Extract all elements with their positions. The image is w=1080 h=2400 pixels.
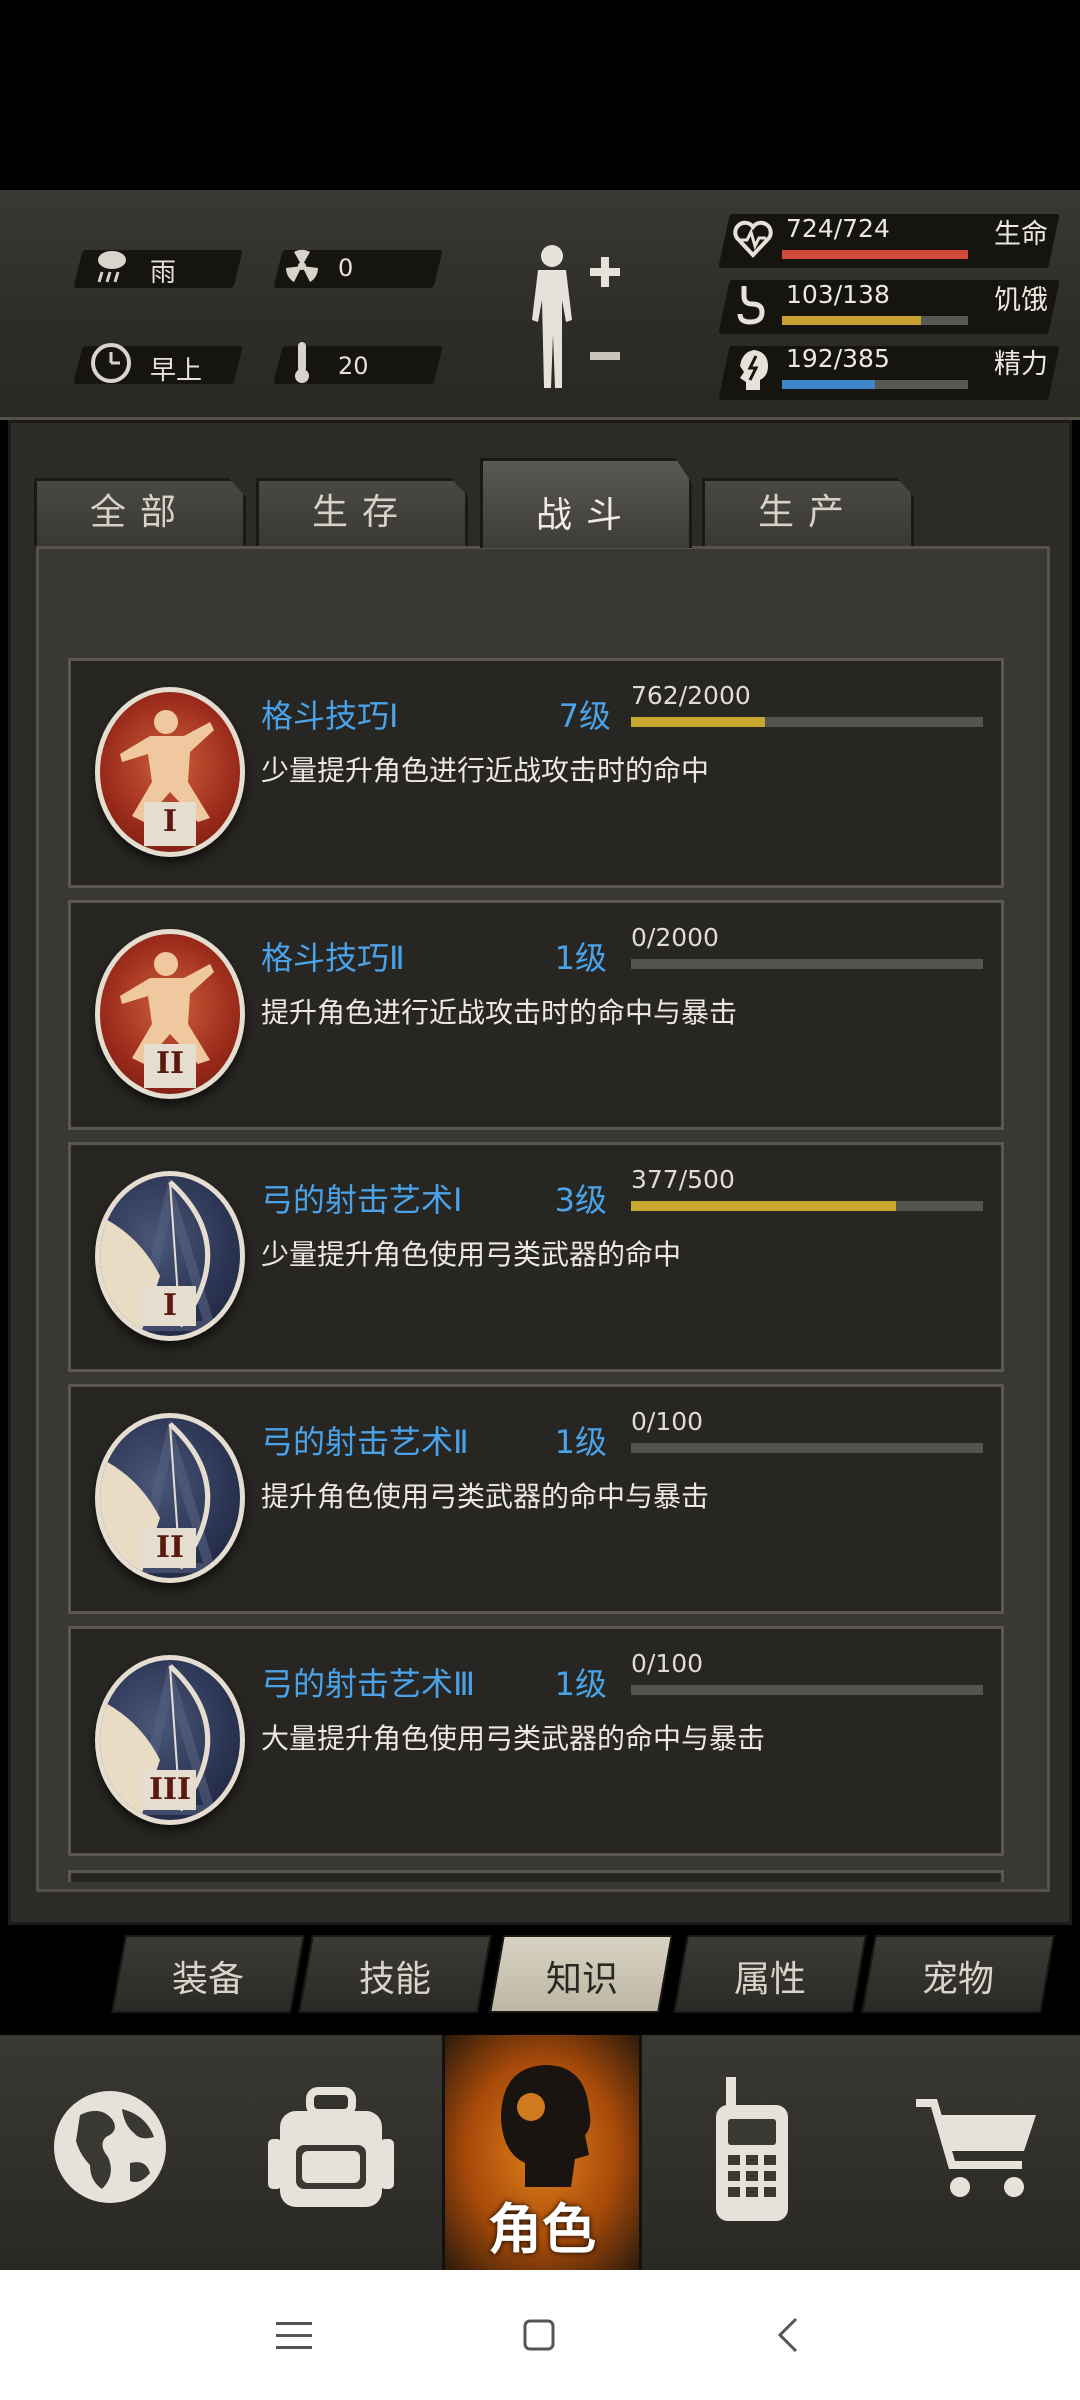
rain-icon (97, 251, 126, 283)
weather-value: 雨 (150, 258, 177, 288)
skill-description: 少量提升角色使用弓类武器的命中 (261, 1238, 682, 1271)
status-panel: 雨 0 早上 20 724/724 生命 103/138 饥饿 192/385 … (0, 190, 1080, 420)
skill-numeral: I (162, 1288, 178, 1323)
system-nav-bar (0, 2270, 1080, 2400)
skill-card[interactable]: II 格斗技巧Ⅱ 1级 0/2000 提升角色进行近战攻击时的命中与暴击 (68, 900, 1004, 1130)
character-icon (501, 2065, 591, 2187)
skill-progress-bar (631, 717, 983, 727)
skill-level: 7级 (558, 697, 611, 735)
nav-character-label: 角色 (488, 2198, 596, 2261)
skill-card[interactable]: III 弓的射击艺术Ⅲ 1级 0/100 大量提升角色使用弓类武器的命中与暴击 (68, 1626, 1004, 1856)
tab-survival-label: 生存 (311, 492, 412, 533)
skill-title: 格斗技巧Ⅰ (261, 697, 399, 735)
tab-production[interactable]: 生产 (702, 478, 914, 546)
nav-backpack-button[interactable] (220, 2035, 442, 2270)
menu-icon[interactable] (276, 2320, 312, 2352)
skill-progress-bar (631, 1443, 983, 1453)
health-bar (782, 250, 968, 259)
skill-card[interactable]: II 弓的射击艺术Ⅱ 1级 0/100 提升角色使用弓类武器的命中与暴击 (68, 1384, 1004, 1614)
skill-progress-fill (631, 717, 766, 727)
subtab-pets-label: 宠物 (921, 1959, 994, 2000)
tab-all[interactable]: 全部 (34, 478, 246, 546)
subtab-equipment-label: 装备 (171, 1959, 244, 2000)
energy-bar (782, 380, 968, 389)
back-icon[interactable] (776, 2316, 800, 2354)
subtab-skills-label: 技能 (358, 1959, 431, 2000)
body-figure-icon[interactable] (520, 242, 630, 392)
archer-icon: III (95, 1655, 245, 1825)
subtab-knowledge-label: 知识 (545, 1959, 618, 2000)
skill-card[interactable]: I 格斗技巧Ⅰ 7级 762/2000 少量提升角色进行近战攻击时的命中 (68, 658, 1004, 888)
skill-level: 3级 (554, 1181, 607, 1219)
top-bar (0, 0, 1080, 190)
skill-level: 1级 (554, 939, 607, 977)
cart-icon (916, 2099, 1036, 2197)
energy-value: 192/385 (786, 344, 890, 373)
energy-bar-fill (782, 380, 875, 389)
tab-combat-label: 战斗 (535, 495, 636, 536)
skill-progress-bar (631, 1201, 983, 1211)
skill-card[interactable]: I 弓的射击艺术Ⅰ 3级 377/500 少量提升角色使用弓类武器的命中 (68, 1142, 1004, 1372)
skill-numeral: I (162, 804, 178, 839)
skill-progress-fill (631, 1201, 897, 1211)
archer-icon: II (95, 1413, 245, 1583)
nav-world-button[interactable] (0, 2035, 220, 2270)
list-item-partial (68, 1870, 1004, 1882)
skill-progress-text: 762/2000 (631, 681, 751, 710)
skill-progress-text: 0/100 (631, 1649, 704, 1678)
fighter-icon: II (95, 929, 245, 1099)
tab-production-label: 生产 (757, 492, 858, 533)
hunger-value: 103/138 (786, 280, 890, 309)
hunger-bar-fill (782, 316, 921, 325)
backpack-icon (268, 2087, 394, 2207)
radiation-value: 0 (338, 254, 354, 282)
radio-icon (716, 2077, 788, 2221)
globe-icon (54, 2091, 166, 2203)
skill-progress-bar (631, 959, 983, 969)
health-label: 生命 (994, 219, 1048, 250)
thermometer-icon (295, 342, 309, 383)
fighter-icon: I (95, 687, 245, 857)
time-value: 早上 (150, 356, 203, 386)
hunger-bar (782, 316, 968, 325)
skill-title: 格斗技巧Ⅱ (261, 939, 405, 977)
stomach-icon (737, 286, 765, 325)
health-value: 724/724 (786, 214, 890, 243)
radiation-icon (285, 249, 319, 282)
skill-title: 弓的射击艺术Ⅰ (261, 1181, 463, 1219)
skill-description: 少量提升角色进行近战攻击时的命中 (261, 754, 710, 787)
skill-level: 1级 (554, 1665, 607, 1703)
brain-icon (740, 350, 768, 390)
skill-description: 提升角色使用弓类武器的命中与暴击 (261, 1480, 710, 1513)
archer-icon: I (95, 1171, 245, 1341)
tab-combat[interactable]: 战斗 (480, 458, 692, 548)
skill-numeral: II (155, 1046, 185, 1081)
subtab-attributes-label: 属性 (733, 1959, 806, 2000)
skill-title: 弓的射击艺术Ⅲ (261, 1665, 476, 1703)
skill-level: 1级 (554, 1423, 607, 1461)
nav-radio-button[interactable] (642, 2035, 862, 2270)
skill-progress-text: 0/2000 (631, 923, 719, 952)
health-bar-fill (782, 250, 968, 259)
skill-title: 弓的射击艺术Ⅱ (261, 1423, 469, 1461)
hunger-label: 饥饿 (994, 285, 1048, 316)
home-icon[interactable] (522, 2318, 556, 2352)
clock-icon (91, 343, 131, 383)
energy-label: 精力 (994, 349, 1048, 380)
temperature-value: 20 (338, 352, 369, 380)
nav-character-button[interactable]: 角色 (442, 2035, 642, 2270)
skill-numeral: III (148, 1772, 192, 1807)
nav-shop-button[interactable] (862, 2035, 1080, 2270)
skill-numeral: II (155, 1530, 185, 1565)
tab-survival[interactable]: 生存 (256, 478, 468, 546)
skill-progress-text: 377/500 (631, 1165, 735, 1194)
heart-icon (733, 220, 773, 258)
skill-progress-text: 0/100 (631, 1407, 704, 1436)
tab-all-label: 全部 (89, 492, 190, 533)
skill-description: 大量提升角色使用弓类武器的命中与暴击 (261, 1722, 766, 1755)
skill-description: 提升角色进行近战攻击时的命中与暴击 (261, 996, 738, 1029)
skill-progress-bar (631, 1685, 983, 1695)
